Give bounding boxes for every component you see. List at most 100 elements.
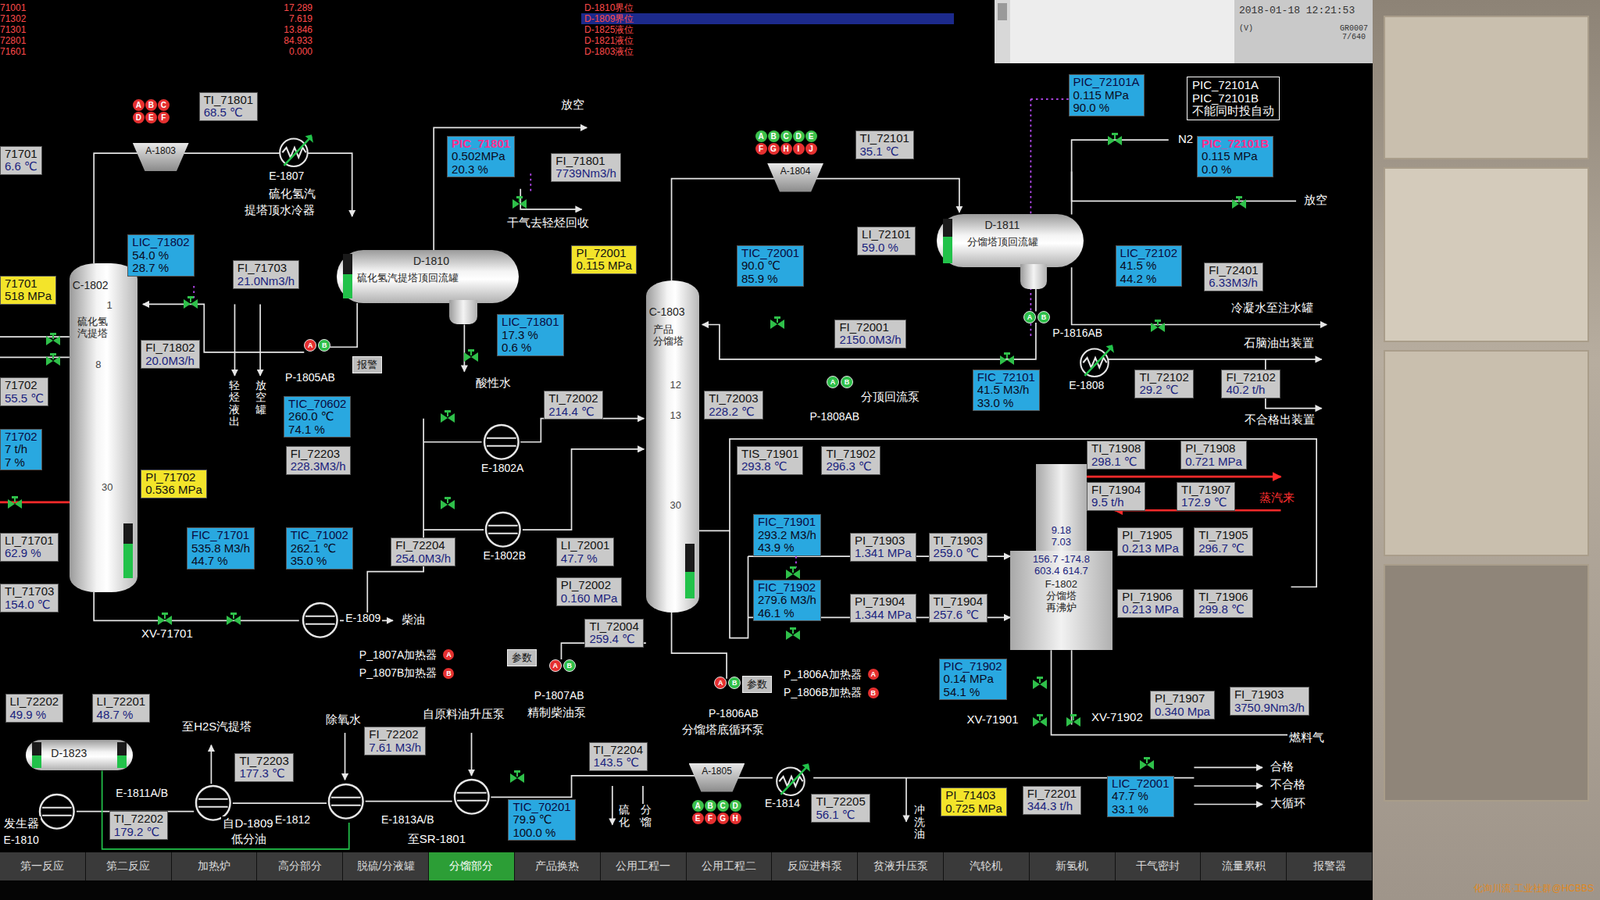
analyzer[interactable]: A-1805	[689, 763, 746, 793]
instrument-tag[interactable]: 717027 t/h7 %	[0, 428, 43, 472]
valve-icon[interactable]	[1000, 352, 1015, 365]
tab[interactable]: 脱硫/分液罐	[342, 852, 429, 881]
faceplate-button[interactable]: 参数	[742, 675, 772, 693]
analyzer-point[interactable]: A	[755, 130, 768, 143]
instrument-tag[interactable]: TI_7220556.1 ℃	[810, 793, 870, 823]
instrument-tag[interactable]: PIC_72101A0.115 MPa90.0 %	[1068, 74, 1145, 117]
pump-icon[interactable]: AB	[1023, 310, 1050, 324]
valve-icon[interactable]	[1066, 714, 1081, 727]
instrument-tag[interactable]: 717016.6 ℃	[0, 146, 43, 175]
pump-unit[interactable]: A	[714, 676, 727, 690]
instrument-tag[interactable]: TIC_7020179.9 ℃100.0 %	[507, 799, 575, 842]
instrument-tag[interactable]: TI_72002214.4 ℃	[543, 390, 603, 420]
instrument-tag[interactable]: LIC_7200147.7 %33.1 %	[1107, 775, 1174, 818]
valve-icon[interactable]	[512, 196, 527, 209]
instrument-tag[interactable]: PI_720020.160 MPa	[556, 577, 623, 607]
heater-switch[interactable]: P_1806A加热器A	[783, 668, 879, 681]
valve-icon[interactable]	[1232, 196, 1247, 209]
instrument-tag[interactable]: 71701518 MPa	[0, 275, 57, 305]
tab[interactable]: 第二反应	[85, 852, 172, 881]
heat-exchanger-icon[interactable]	[37, 792, 77, 832]
instrument-tag[interactable]: TIC_7200190.0 ℃85.9 %	[736, 245, 804, 288]
tab[interactable]: 第一反应	[0, 852, 86, 881]
analyzer-point[interactable]: F	[755, 142, 768, 155]
analyzer[interactable]: A-1804	[767, 163, 824, 193]
instrument-tag[interactable]: LI_7200147.7 %	[556, 537, 615, 567]
instrument-tag[interactable]: FI_718017739Nm3/h	[550, 153, 622, 183]
valve-icon[interactable]	[440, 496, 455, 510]
alarm-row[interactable]: 716010.000D-1803液位	[0, 46, 995, 58]
pump-unit[interactable]: A	[549, 659, 562, 672]
analyzer-point[interactable]: A	[692, 800, 704, 812]
instrument-tag[interactable]: TI_7210229.2 ℃	[1134, 369, 1193, 399]
instrument-tag[interactable]: FI_720012150.0M3/h	[834, 319, 906, 349]
instrument-tag[interactable]: FIC_71901293.2 M3/h43.9 %	[753, 514, 822, 557]
valve-icon[interactable]	[464, 349, 479, 362]
valve-icon[interactable]	[157, 612, 172, 625]
instrument-tag[interactable]: TI_72004259.4 ℃	[584, 618, 643, 648]
switch-mark[interactable]: B	[442, 667, 454, 679]
instrument-tag[interactable]: FI_722027.61 M3/h	[364, 726, 426, 756]
instrument-tag[interactable]: FI_719033750.9Nm3/h	[1229, 686, 1310, 716]
valve-icon[interactable]	[785, 627, 800, 640]
instrument-tag[interactable]: TI_72202179.2 ℃	[109, 810, 168, 840]
tab[interactable]: 贫液升压泵	[857, 852, 944, 881]
instrument-tag[interactable]: FIC_71902279.6 M3/h46.1 %	[753, 579, 822, 622]
instrument-tag[interactable]: PIC_72101B0.115 MPa0.0 %	[1196, 135, 1274, 179]
instrument-tag[interactable]: FI_72201344.3 t/h	[1022, 785, 1082, 815]
pump-unit[interactable]: B	[840, 375, 854, 389]
analyzer-point[interactable]: B	[767, 130, 780, 143]
analyzer-point[interactable]: B	[704, 800, 717, 812]
alarm-row[interactable]: 7280184.933D-1821液位	[0, 35, 995, 47]
valve-icon[interactable]	[785, 566, 800, 579]
instrument-tag[interactable]: FI_7170321.0Nm3/h	[232, 260, 300, 290]
tab[interactable]: 流量累积	[1200, 852, 1287, 881]
instrument-tag[interactable]: PI_717020.536 MPa	[140, 469, 208, 499]
instrument-tag[interactable]: TI_71907172.9 ℃	[1176, 482, 1236, 511]
pump-unit[interactable]: B	[563, 659, 576, 672]
instrument-tag[interactable]: TIS_71901293.8 ℃	[736, 446, 804, 475]
analyzer-point[interactable]: D	[132, 111, 145, 124]
heater-switch[interactable]: P_1806B加热器B	[783, 686, 879, 699]
instrument-tag[interactable]: TI_71703154.0 ℃	[0, 583, 59, 613]
analyzer-point[interactable]: C	[157, 99, 170, 111]
instrument-tag[interactable]: PI_719050.213 MPa	[1117, 527, 1184, 557]
valve-icon[interactable]	[1032, 676, 1047, 690]
instrument-tag[interactable]: LI_7220249.9 %	[5, 693, 65, 723]
analyzer-point[interactable]: E	[692, 812, 704, 825]
tab[interactable]: 汽轮机	[943, 852, 1030, 881]
instrument-tag[interactable]: TIC_71002262.1 ℃35.0 %	[285, 527, 354, 570]
instrument-tag[interactable]: LIC_7210241.5 %44.2 %	[1115, 245, 1183, 288]
instrument-tag[interactable]: LI_7210159.0 %	[857, 226, 916, 256]
tab[interactable]: 反应进料泵	[771, 852, 858, 881]
instrument-tag[interactable]: PI_720010.115 MPa	[571, 245, 636, 275]
switch-mark[interactable]: A	[867, 668, 879, 680]
instrument-tag[interactable]: TI_71902296.3 ℃	[821, 446, 880, 475]
instrument-tag[interactable]: PI_719031.341 MPa	[850, 532, 917, 562]
valve-icon[interactable]	[7, 496, 22, 509]
valve-icon[interactable]	[1032, 714, 1047, 727]
instrument-tag[interactable]: TI_71906299.8 ℃	[1193, 589, 1253, 618]
analyzer-point[interactable]: F	[157, 111, 170, 124]
scrollbar[interactable]	[994, 0, 1011, 64]
instrument-tag[interactable]: PI_719041.344 MPa	[850, 593, 917, 623]
analyzer-point[interactable]: E	[805, 130, 818, 143]
instrument-tag[interactable]: TI_72203177.3 ℃	[234, 753, 293, 783]
instrument-tag[interactable]: TI_71904257.6 ℃	[928, 593, 988, 623]
instrument-tag[interactable]: TI_7180168.5 ℃	[199, 92, 258, 122]
valve-icon[interactable]	[183, 296, 198, 309]
alarm-row[interactable]: 7130113.846D-1825液位	[0, 24, 995, 36]
analyzer-point[interactable]: C	[717, 800, 729, 812]
analyzer[interactable]: A-1803	[132, 142, 190, 172]
alarm-row[interactable]: 713027.619D-1809界位	[0, 13, 995, 25]
analyzer-point[interactable]: I	[792, 142, 805, 155]
instrument-tag[interactable]: TI_7210135.1 ℃	[855, 130, 915, 160]
pump-unit[interactable]: B	[1037, 310, 1050, 324]
analyzer-point[interactable]: E	[145, 111, 158, 124]
instrument-tag[interactable]: FI_7180220.0M3/h	[140, 339, 200, 369]
air-cooler-icon[interactable]	[772, 758, 814, 800]
faceplate-button[interactable]: 参数	[507, 649, 537, 667]
analyzer-point[interactable]: J	[805, 142, 818, 155]
pump-icon[interactable]: AB	[303, 339, 331, 352]
instrument-tag[interactable]: LIC_7180117.3 %0.6 %	[496, 314, 564, 357]
